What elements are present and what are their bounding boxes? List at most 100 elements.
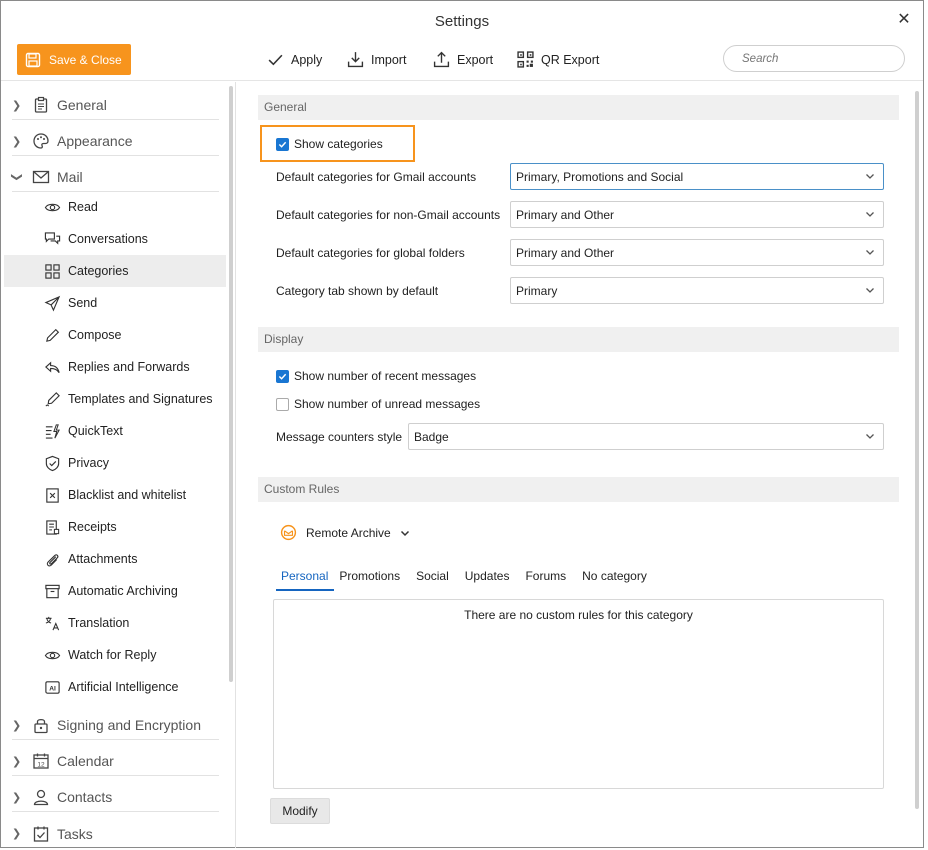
main-scrollbar[interactable] <box>915 91 919 809</box>
select-value: Badge <box>414 429 449 444</box>
counter-style-select[interactable]: Badge <box>408 423 884 450</box>
global-folders-categories-label: Default categories for global folders <box>276 246 465 260</box>
save-close-button[interactable]: Save & Close <box>17 44 131 75</box>
qr-export-button[interactable]: QR Export <box>517 51 599 68</box>
show-unread-label: Show number of unread messages <box>294 397 481 411</box>
signature-pen-icon <box>45 391 60 406</box>
sidebar-item-watch-for-reply[interactable]: Watch for Reply <box>4 639 226 671</box>
envelope-icon <box>32 170 50 184</box>
select-value: Primary <box>516 283 558 298</box>
sidebar-item-artificial-intelligence[interactable]: AI Artificial Intelligence <box>4 671 226 703</box>
sidebar-group-general[interactable]: ❯ General <box>12 91 219 120</box>
save-close-label: Save & Close <box>49 52 122 67</box>
sidebar-item-read[interactable]: Read <box>4 191 226 223</box>
sidebar-group-calendar[interactable]: ❯ 12 Calendar <box>12 747 219 776</box>
checkmark-icon <box>278 373 287 380</box>
sidebar-item-label: Read <box>68 200 98 214</box>
non-gmail-categories-label: Default categories for non-Gmail account… <box>276 208 501 222</box>
tab-personal[interactable]: Personal <box>276 566 335 591</box>
default-tab-label: Category tab shown by default <box>276 284 439 298</box>
tab-no-category[interactable]: No category <box>572 566 653 591</box>
sidebar-item-templates-signatures[interactable]: Templates and Signatures <box>4 383 226 415</box>
sidebar-item-blacklist-whitelist[interactable]: Blacklist and whitelist <box>4 479 226 511</box>
calendar-day: 12 <box>37 761 45 768</box>
svg-text:AI: AI <box>49 685 56 692</box>
checkbox-box[interactable] <box>276 137 289 151</box>
checkbox-box[interactable] <box>276 369 289 383</box>
account-name: Remote Archive <box>306 525 391 540</box>
eye-icon <box>44 203 61 211</box>
chevron-right-icon: ❯ <box>12 135 22 148</box>
sidebar-group-label: Contacts <box>57 789 113 805</box>
sidebar-scrollbar[interactable] <box>229 86 233 682</box>
sidebar-item-label: Artificial Intelligence <box>68 680 179 694</box>
sidebar-item-conversations[interactable]: Conversations <box>4 223 226 255</box>
sidebar-item-categories[interactable]: Categories <box>4 255 226 287</box>
tab-promotions[interactable]: Promotions <box>334 566 406 591</box>
sidebar-item-receipts[interactable]: Receipts <box>4 511 226 543</box>
sidebar-group-appearance[interactable]: ❯ Appearance <box>12 127 219 156</box>
sidebar-item-quicktext[interactable]: QuickText <box>4 415 226 447</box>
sidebar-group-mail[interactable]: ❯ Mail <box>11 163 219 192</box>
custom-rules-list[interactable]: There are no custom rules for this categ… <box>273 599 884 789</box>
conversation-icon <box>44 231 61 245</box>
default-tab-select[interactable]: Primary <box>510 277 884 304</box>
section-header-general: General <box>258 95 899 120</box>
sidebar-item-attachments[interactable]: Attachments <box>4 543 226 575</box>
tab-forums[interactable]: Forums <box>515 566 572 591</box>
modify-button[interactable]: Modify <box>270 798 330 824</box>
checkbox-box[interactable] <box>276 397 289 411</box>
non-gmail-categories-select[interactable]: Primary and Other <box>510 201 884 228</box>
show-recent-checkbox[interactable]: Show number of recent messages <box>276 369 476 383</box>
blacklist-icon <box>46 487 59 503</box>
toolbar: Save & Close Apply Import Export QR Expo… <box>1 43 923 81</box>
qr-export-label: QR Export <box>541 52 600 67</box>
sidebar-group-label: Appearance <box>57 133 133 149</box>
chevron-right-icon: ❯ <box>12 719 22 732</box>
empty-rules-message: There are no custom rules for this categ… <box>464 608 693 622</box>
import-label: Import <box>371 52 407 67</box>
sidebar-group-label: General <box>57 97 107 113</box>
tab-social[interactable]: Social <box>406 566 455 591</box>
sidebar-group-tasks[interactable]: ❯ Tasks <box>12 819 219 848</box>
sidebar-group-label: Signing and Encryption <box>57 717 201 733</box>
close-icon[interactable]: ✕ <box>895 11 913 29</box>
ai-icon: AI <box>45 680 60 694</box>
tab-updates[interactable]: Updates <box>455 566 516 591</box>
chevron-right-icon: ❯ <box>12 755 22 768</box>
sidebar-group-contacts[interactable]: ❯ Contacts <box>12 783 219 812</box>
gmail-categories-select[interactable]: Primary, Promotions and Social <box>510 163 884 190</box>
sidebar-group-label: Mail <box>57 169 83 185</box>
section-header-custom-rules: Custom Rules <box>258 477 899 502</box>
sidebar-item-label: Blacklist and whitelist <box>68 488 187 502</box>
global-folders-categories-select[interactable]: Primary and Other <box>510 239 884 266</box>
task-check-icon <box>33 826 49 842</box>
receipt-icon <box>46 519 60 535</box>
sidebar-item-translation[interactable]: Translation <box>4 607 226 639</box>
sidebar-item-replies-forwards[interactable]: Replies and Forwards <box>4 351 226 383</box>
sidebar-group-signing-encryption[interactable]: ❯ Signing and Encryption <box>12 711 219 740</box>
palette-icon <box>33 133 49 149</box>
show-categories-label: Show categories <box>294 137 383 151</box>
show-unread-checkbox[interactable]: Show number of unread messages <box>276 397 480 411</box>
apply-label: Apply <box>291 52 323 67</box>
import-icon <box>347 52 364 68</box>
show-recent-label: Show number of recent messages <box>294 369 477 383</box>
account-selector[interactable]: Remote Archive <box>280 524 410 541</box>
sidebar-item-compose[interactable]: Compose <box>4 319 226 351</box>
export-button[interactable]: Export <box>433 51 493 68</box>
sidebar-item-send[interactable]: Send <box>4 287 226 319</box>
sidebar-group-label: Calendar <box>57 753 114 769</box>
import-button[interactable]: Import <box>347 51 406 68</box>
sidebar-item-label: Replies and Forwards <box>68 360 190 374</box>
category-tabs: Personal Promotions Social Updates Forum… <box>276 566 653 591</box>
show-categories-checkbox[interactable]: Show categories <box>276 137 383 151</box>
sidebar-item-automatic-archiving[interactable]: Automatic Archiving <box>4 575 226 607</box>
apply-button[interactable]: Apply <box>267 51 322 68</box>
sidebar-item-privacy[interactable]: Privacy <box>4 447 226 479</box>
gmail-categories-label: Default categories for Gmail accounts <box>276 170 477 184</box>
search-input[interactable] <box>742 52 898 65</box>
sidebar-item-label: Conversations <box>68 232 148 246</box>
chevron-right-icon: ❯ <box>12 791 22 804</box>
search-box[interactable] <box>723 45 905 72</box>
